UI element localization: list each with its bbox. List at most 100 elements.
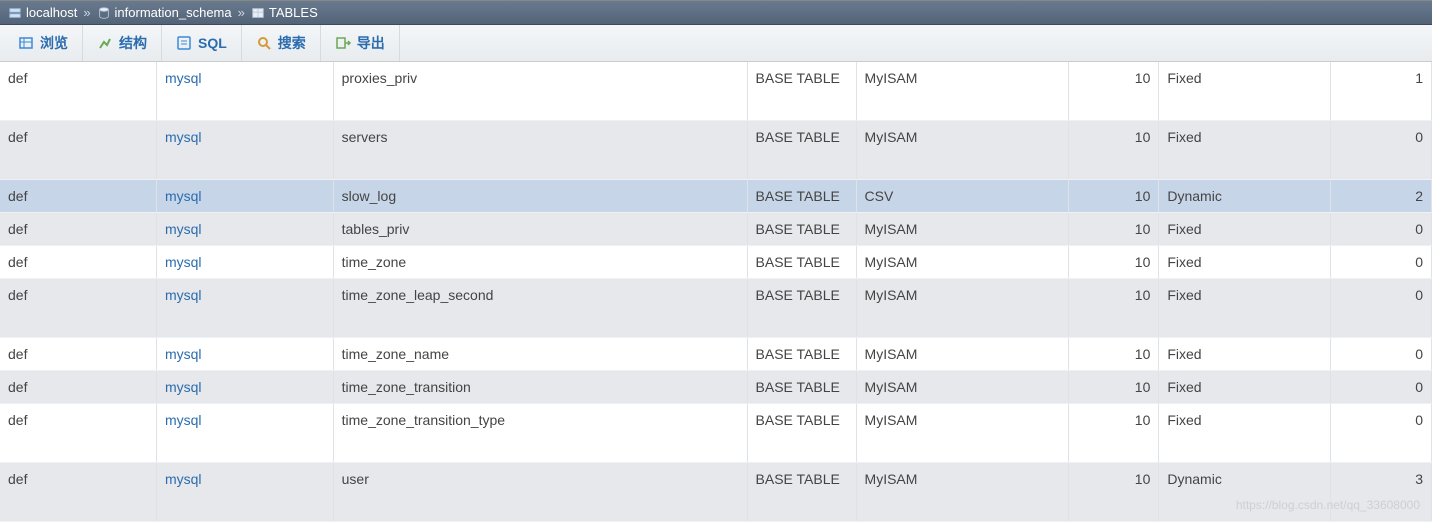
table-row[interactable]: defmysqltime_zone_transitionBASE TABLEMy… <box>0 371 1432 404</box>
schema-link[interactable]: mysql <box>165 287 202 303</box>
tab-export-label: 导出 <box>357 33 385 53</box>
table-row[interactable]: defmysqltables_privBASE TABLEMyISAM10Fix… <box>0 213 1432 246</box>
cell-version: 10 <box>1068 463 1159 522</box>
tab-structure[interactable]: 结构 <box>83 25 162 61</box>
database-icon <box>97 6 111 20</box>
schema-link[interactable]: mysql <box>165 346 202 362</box>
cell-schema: mysql <box>156 404 333 463</box>
cell-name: slow_log <box>333 180 747 213</box>
cell-rows: 1 <box>1330 62 1431 121</box>
cell-type: BASE TABLE <box>747 62 856 121</box>
schema-link[interactable]: mysql <box>165 221 202 237</box>
table-row[interactable]: def mysql time_zone_leap_secondBASE TABLEM… <box>0 279 1432 338</box>
browse-icon <box>18 35 34 51</box>
cell-rows: 0 <box>1330 279 1431 338</box>
table-row[interactable]: defmysqltime_zone_transition_typeBASE TA… <box>0 404 1432 463</box>
schema-link[interactable]: mysql <box>165 188 202 204</box>
schema-link[interactable]: mysql <box>165 379 202 395</box>
cell-schema: mysql <box>156 338 333 371</box>
cell-engine: MyISAM <box>856 338 1068 371</box>
tab-sql-label: SQL <box>198 35 227 51</box>
cell-type: BASE TABLE <box>747 463 856 522</box>
sql-icon <box>176 35 192 51</box>
cell-type: BASE TABLE <box>747 213 856 246</box>
cell-rows: 3 <box>1330 463 1431 522</box>
cell-rows: 2 <box>1330 180 1431 213</box>
cell-version: 10 <box>1068 121 1159 180</box>
table-row[interactable]: defmysqlproxies_privBASE TABLEMyISAM10Fi… <box>0 62 1432 121</box>
cell-rows: 0 <box>1330 121 1431 180</box>
cell-catalog: def <box>0 404 156 463</box>
cell-type: BASE TABLE <box>747 404 856 463</box>
cell-type: BASE TABLE <box>747 246 856 279</box>
cell-version: 10 <box>1068 338 1159 371</box>
tab-search-label: 搜索 <box>278 33 306 53</box>
cell-version: 10 <box>1068 213 1159 246</box>
cell-row-format: Fixed <box>1159 213 1331 246</box>
cell-engine: MyISAM <box>856 371 1068 404</box>
table-row[interactable]: defmysqluserBASE TABLEMyISAM10Dynamic3 <box>0 463 1432 522</box>
search-icon <box>256 35 272 51</box>
cell-engine: MyISAM <box>856 246 1068 279</box>
cell-schema: mysql <box>156 463 333 522</box>
cell-schema: mysql <box>156 246 333 279</box>
cell-engine: MyISAM <box>856 213 1068 246</box>
server-icon <box>8 6 22 20</box>
cell-version: 10 <box>1068 62 1159 121</box>
tab-browse[interactable]: 浏览 <box>4 25 83 61</box>
tabbar: 浏览 结构 SQL 搜索 导出 <box>0 25 1432 62</box>
cell-name: time_zone_leap_second <box>333 279 747 338</box>
data-table: defmysqlproxies_privBASE TABLEMyISAM10Fi… <box>0 62 1432 522</box>
cell-row-format: Fixed <box>1159 121 1331 180</box>
schema-link[interactable]: mysql <box>165 129 202 145</box>
cell-name: time_zone <box>333 246 747 279</box>
cell-catalog: def <box>0 246 156 279</box>
cell-catalog: def <box>0 371 156 404</box>
cell-name: proxies_priv <box>333 62 747 121</box>
breadcrumb-sep: » <box>83 5 90 20</box>
cell-row-format: Fixed <box>1159 404 1331 463</box>
cell-engine: MyISAM <box>856 279 1068 338</box>
cell-type: BASE TABLE <box>747 279 856 338</box>
cell-row-format: Fixed <box>1159 279 1331 338</box>
cell-schema: mysql <box>156 62 333 121</box>
breadcrumb-table[interactable]: TABLES <box>251 5 318 20</box>
breadcrumb-server-label: localhost <box>26 5 77 20</box>
cell-row-format: Fixed <box>1159 371 1331 404</box>
tab-browse-label: 浏览 <box>40 33 68 53</box>
cell-schema: mysql <box>156 279 333 338</box>
table-row[interactable]: defmysqltime_zone_nameBASE TABLEMyISAM10… <box>0 338 1432 371</box>
cell-type: BASE TABLE <box>747 121 856 180</box>
schema-link[interactable]: mysql <box>165 254 202 270</box>
cell-name: user <box>333 463 747 522</box>
cell-catalog: def <box>0 213 156 246</box>
schema-link[interactable]: mysql <box>165 471 202 487</box>
breadcrumb-server[interactable]: localhost <box>8 5 77 20</box>
tab-export[interactable]: 导出 <box>321 25 400 61</box>
cell-version: 10 <box>1068 246 1159 279</box>
cell-catalog: def <box>0 463 156 522</box>
tab-sql[interactable]: SQL <box>162 25 242 61</box>
cell-name: time_zone_name <box>333 338 747 371</box>
table-row[interactable]: defmysqlslow_logBASE TABLECSV10Dynamic2 <box>0 180 1432 213</box>
table-icon <box>251 6 265 20</box>
cell-type: BASE TABLE <box>747 180 856 213</box>
cell-engine: MyISAM <box>856 121 1068 180</box>
breadcrumb-table-label: TABLES <box>269 5 318 20</box>
cell-row-format: Dynamic <box>1159 180 1331 213</box>
tab-search[interactable]: 搜索 <box>242 25 321 61</box>
schema-link[interactable]: mysql <box>165 412 202 428</box>
breadcrumb-database[interactable]: information_schema <box>97 5 232 20</box>
cell-row-format: Dynamic <box>1159 463 1331 522</box>
cell-rows: 0 <box>1330 246 1431 279</box>
cell-catalog: def <box>0 279 156 338</box>
table-row[interactable]: defmysqlserversBASE TABLEMyISAM10Fixed0 <box>0 121 1432 180</box>
cell-name: servers <box>333 121 747 180</box>
schema-link[interactable]: mysql <box>165 70 202 86</box>
cell-name: time_zone_transition <box>333 371 747 404</box>
table-row[interactable]: defmysqltime_zoneBASE TABLEMyISAM10Fixed… <box>0 246 1432 279</box>
cell-version: 10 <box>1068 279 1159 338</box>
cell-engine: MyISAM <box>856 404 1068 463</box>
cell-catalog: def <box>0 62 156 121</box>
cell-row-format: Fixed <box>1159 338 1331 371</box>
